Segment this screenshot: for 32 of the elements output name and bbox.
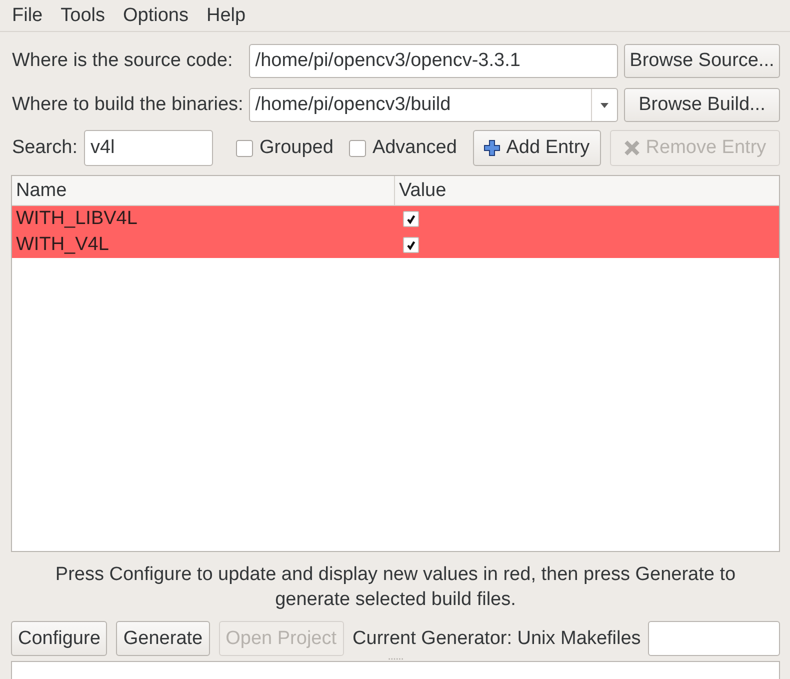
column-header[interactable]: Name (12, 176, 395, 205)
source-path-field[interactable]: /home/pi/opencv3/opencv-3.3.1 (249, 44, 618, 78)
caret-icon (600, 102, 609, 108)
option-checkbox[interactable]: Advanced (349, 137, 457, 159)
add-entry-button[interactable]: Add Entry (472, 130, 601, 166)
browse-build-button[interactable]: Browse Build... (624, 88, 780, 122)
generator-field[interactable] (648, 621, 780, 656)
table-row[interactable]: WITH_LIBV4L (12, 206, 779, 232)
splitter-handle[interactable] (388, 658, 404, 660)
table-cell-text: WITH_V4L (15, 234, 110, 256)
source-label: Where is the source code: (11, 50, 234, 72)
checkbox-icon[interactable] (403, 237, 419, 253)
menu-item[interactable]: Tools (52, 4, 114, 28)
menu-item[interactable]: Options (114, 4, 198, 28)
table-cell-text: WITH_LIBV4L (15, 208, 138, 230)
table-row[interactable]: WITH_V4L (12, 232, 779, 258)
action-button[interactable]: Generate (116, 621, 210, 656)
search-label: Search: (11, 137, 78, 159)
generator-label: Current Generator: Unix Makefiles (352, 628, 641, 650)
option-checkbox[interactable]: Grouped (236, 137, 334, 159)
column-header[interactable]: Value (395, 176, 446, 205)
plus-icon (484, 140, 500, 156)
menu-item[interactable]: File (3, 4, 52, 28)
search-field[interactable]: v4l (84, 130, 214, 166)
build-label: Where to build the binaries: (11, 94, 244, 116)
action-button[interactable]: Configure (11, 621, 108, 656)
hint-text: Press Configure to update and display new values in red, then press Generate to generate selected build files. (54, 563, 737, 612)
menu-item[interactable]: Help (197, 4, 255, 28)
x-icon (624, 140, 640, 156)
checkbox-icon[interactable] (403, 211, 419, 227)
build-path-combo[interactable]: /home/pi/opencv3/build (249, 88, 618, 122)
browse-source-button[interactable]: Browse Source... (624, 44, 780, 78)
